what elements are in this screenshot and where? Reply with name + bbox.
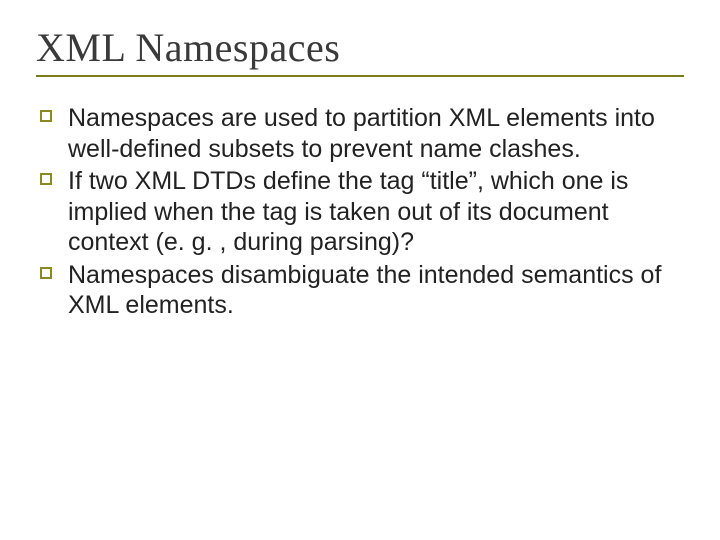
square-bullet-icon (40, 267, 52, 279)
slide-title: XML Namespaces (36, 24, 684, 71)
title-underline (36, 75, 684, 77)
list-item: Namespaces disambiguate the intended sem… (40, 260, 684, 321)
slide: XML Namespaces Namespaces are used to pa… (0, 0, 720, 540)
square-bullet-icon (40, 173, 52, 185)
bullet-text: Namespaces are used to partition XML ele… (68, 104, 655, 163)
list-item: If two XML DTDs define the tag “title”, … (40, 166, 684, 258)
bullet-list: Namespaces are used to partition XML ele… (36, 103, 684, 321)
list-item: Namespaces are used to partition XML ele… (40, 103, 684, 164)
square-bullet-icon (40, 110, 52, 122)
bullet-text: Namespaces disambiguate the intended sem… (68, 261, 661, 320)
bullet-text: If two XML DTDs define the tag “title”, … (68, 167, 628, 256)
